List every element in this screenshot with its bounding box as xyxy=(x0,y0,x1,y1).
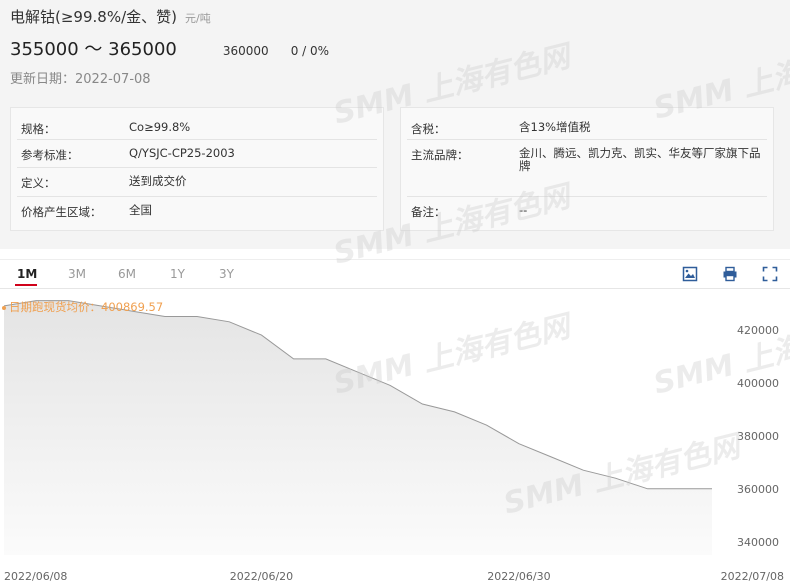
area-fill xyxy=(4,300,712,555)
tab-3m[interactable]: 3M xyxy=(68,267,86,281)
legend-dot xyxy=(2,305,6,310)
chart-legend: 日期跑现货均价：400869.57 xyxy=(2,299,163,315)
spec-key: 价格产生区域： xyxy=(21,205,102,219)
x-tick-label: 2022/06/30 xyxy=(487,570,550,583)
tab-1m[interactable]: 1M xyxy=(17,267,37,281)
download-image-icon[interactable] xyxy=(682,266,698,282)
spec-value: -- xyxy=(519,203,528,217)
price-change: 0 / 0% xyxy=(290,44,330,58)
x-tick-label: 2022/06/20 xyxy=(230,570,293,583)
spec-key: 定义： xyxy=(21,176,56,190)
spec-key: 主流品牌： xyxy=(411,148,469,162)
product-title-row: 电解钴(≥99.8%/金、赞) 元/吨 xyxy=(10,6,211,27)
tab-6m[interactable]: 6M xyxy=(118,267,136,281)
product-title: 电解钴(≥99.8%/金、赞) xyxy=(10,8,177,26)
print-icon[interactable] xyxy=(722,266,738,282)
y-tick-label: 340000 xyxy=(737,536,779,549)
x-tick-label: 2022/06/08 xyxy=(4,570,67,583)
tab-3y[interactable]: 3Y xyxy=(219,267,234,281)
spec-value: 全国 xyxy=(129,203,152,217)
active-tab-indicator xyxy=(15,284,37,286)
spec-value: 金川、腾远、凯力克、凯实、华友等厂家旗下品牌 xyxy=(519,146,761,173)
spec-row: 价格产生区域： 全国 xyxy=(17,197,377,225)
x-tick-label: 2022/07/08 xyxy=(721,570,784,583)
range-tab-bar: 1M 3M 6M 1Y 3Y xyxy=(0,259,790,289)
spec-panel-right: 含税： 含13%增值税 主流品牌： 金川、腾远、凯力克、凯实、华友等厂家旗下品牌… xyxy=(400,107,774,231)
spec-row: 含税： 含13%增值税 xyxy=(407,114,767,140)
price-unit: 元/吨 xyxy=(184,12,211,25)
spec-row: 备注： -- xyxy=(407,197,767,225)
spec-row: 参考标准： Q/YSJC-CP25-2003 xyxy=(17,140,377,168)
spec-panel-left: 规格： Co≥99.8% 参考标准： Q/YSJC-CP25-2003 定义： … xyxy=(10,107,384,231)
spec-value: Co≥99.8% xyxy=(129,120,191,134)
price-area-chart: 340000 360000 380000 400000 420000 2022/06/08… xyxy=(3,300,784,583)
y-tick-label: 380000 xyxy=(737,430,779,443)
price-row: 355000 ～ 365000 360000 0 / 0% xyxy=(10,35,329,61)
product-header: 电解钴(≥99.8%/金、赞) 元/吨 355000 ～ 365000 36000… xyxy=(0,0,790,249)
average-price: 360000 xyxy=(222,44,269,58)
spec-key: 规格： xyxy=(21,122,56,136)
spec-row: 主流品牌： 金川、腾远、凯力克、凯实、华友等厂家旗下品牌 xyxy=(407,140,767,197)
price-range: 355000 ～ 365000 xyxy=(10,39,177,60)
spec-value: 送到成交价 xyxy=(129,174,187,188)
y-tick-label: 400000 xyxy=(737,377,779,390)
spec-key: 含税： xyxy=(411,122,446,136)
spec-key: 备注： xyxy=(411,205,446,219)
spec-value: Q/YSJC-CP25-2003 xyxy=(129,146,235,160)
update-date: 更新日期：2022-07-08 xyxy=(10,72,151,87)
tab-1y[interactable]: 1Y xyxy=(170,267,185,281)
legend-label: 日期跑现货均价：400869.57 xyxy=(9,300,164,314)
spec-row: 规格： Co≥99.8% xyxy=(17,114,377,140)
y-tick-label: 360000 xyxy=(737,483,779,496)
fullscreen-icon[interactable] xyxy=(762,266,778,282)
spec-value: 含13%增值税 xyxy=(519,120,591,134)
spec-key: 参考标准： xyxy=(21,148,79,162)
spec-row: 定义： 送到成交价 xyxy=(17,168,377,197)
y-tick-label: 420000 xyxy=(737,324,779,337)
